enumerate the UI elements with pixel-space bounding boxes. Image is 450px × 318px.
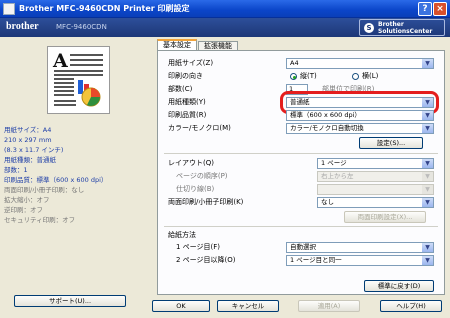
border-label: 仕切り線(B): [176, 185, 215, 193]
first-page-value: 自動選択: [290, 243, 316, 251]
cancel-button[interactable]: キャンセル: [217, 300, 279, 312]
summary-paper-in: (8.3 x 11.7 インチ): [4, 146, 64, 154]
orientation-portrait-label: 縦(T): [300, 72, 317, 80]
divider: [164, 153, 438, 154]
orientation-landscape-radio[interactable]: [352, 73, 359, 80]
brother-logo: brother: [6, 21, 39, 32]
orientation-label: 印刷の向き: [168, 72, 203, 80]
layout-label: レイアウト(Q): [168, 159, 214, 167]
orientation-landscape-label: 横(L): [362, 72, 379, 80]
duplex-value: なし: [321, 198, 334, 206]
page-order-value: 右上から左: [321, 172, 354, 180]
media-type-label: 用紙種類(Y): [168, 98, 206, 106]
close-button[interactable]: ×: [433, 2, 447, 16]
first-page-label: 1 ページ目(F): [176, 243, 221, 251]
layout-dropdown[interactable]: 1 ページ ▼: [317, 158, 434, 169]
layout-value: 1 ページ: [321, 159, 347, 167]
document-preview-icon: A: [52, 50, 103, 107]
summary-paper-mm: 210 x 297 mm: [4, 136, 52, 144]
chevron-down-icon: ▼: [422, 185, 433, 194]
copies-label: 部数(C): [168, 85, 193, 93]
other-pages-source-dropdown[interactable]: 1 ページ目と同一 ▼: [286, 255, 434, 266]
ok-button[interactable]: OK: [152, 300, 210, 312]
window-title: Brother MFC-9460CDN Printer 印刷設定: [19, 4, 190, 13]
duplex-settings-button[interactable]: 両面印刷設定(X)...: [344, 211, 426, 223]
settings-summary: 用紙サイズ：A4 210 x 297 mm (8.3 x 11.7 インチ) 用…: [4, 125, 144, 225]
chevron-down-icon: ▼: [422, 172, 433, 181]
summary-media-type: 用紙種類：普通紙: [4, 156, 56, 164]
page-order-label: ページの順序(P): [176, 172, 228, 180]
settings-button[interactable]: 設定(S)...: [359, 137, 423, 149]
other-pages-value: 1 ページ目と同一: [290, 256, 342, 264]
solutions-center-icon: S: [364, 23, 374, 33]
page-preview: A: [47, 46, 110, 114]
solutions-line-1: Brother: [378, 21, 404, 28]
apply-button[interactable]: 適用(A): [298, 300, 360, 312]
solutions-center-link[interactable]: S Brother SolutionsCenter: [359, 19, 445, 36]
orientation-portrait-radio[interactable]: [290, 73, 297, 80]
svg-text:A: A: [52, 50, 68, 72]
resolution-label: 印刷品質(R): [168, 111, 207, 119]
divider: [164, 226, 438, 227]
duplex-dropdown[interactable]: なし ▼: [317, 197, 434, 208]
paper-source-heading: 給紙方法: [168, 231, 196, 239]
chevron-down-icon: ▼: [422, 256, 433, 265]
model-name: MFC-9460CDN: [56, 23, 107, 31]
chevron-down-icon: ▼: [422, 124, 433, 133]
support-button[interactable]: サポート(U)...: [14, 295, 126, 307]
color-mode-dropdown[interactable]: カラー/モノクロ自動切換 ▼: [286, 123, 434, 134]
brand-header: brother MFC-9460CDN S Brother SolutionsC…: [0, 18, 450, 37]
color-mode-label: カラー/モノクロ(M): [168, 124, 231, 132]
restore-defaults-button[interactable]: 標準に戻す(D): [364, 280, 434, 292]
summary-copies: 部数：1: [4, 166, 28, 174]
other-pages-label: 2 ページ目以降(O): [176, 256, 236, 264]
summary-reverse: 逆印刷：オフ: [4, 206, 43, 214]
chevron-down-icon: ▼: [422, 198, 433, 207]
border-dropdown[interactable]: ▼: [317, 184, 434, 195]
printer-app-icon: [3, 3, 15, 15]
help-button[interactable]: ヘルプ(H): [380, 300, 442, 312]
first-page-source-dropdown[interactable]: 自動選択 ▼: [286, 242, 434, 253]
duplex-label: 両面印刷/小冊子印刷(K): [168, 198, 244, 206]
chevron-down-icon: ▼: [422, 159, 433, 168]
summary-secure: セキュリティ印刷：オフ: [4, 216, 76, 224]
summary-quality: 印刷品質：標準（600 x 600 dpi）: [4, 176, 108, 184]
page-order-dropdown[interactable]: 右上から左 ▼: [317, 171, 434, 182]
chevron-down-icon: ▼: [422, 59, 433, 68]
chevron-down-icon: ▼: [422, 111, 433, 120]
summary-paper-size: 用紙サイズ：A4: [4, 126, 52, 134]
paper-size-label: 用紙サイズ(Z): [168, 59, 214, 67]
resolution-value: 標準（600 x 600 dpi）: [290, 111, 361, 119]
title-bar[interactable]: Brother MFC-9460CDN Printer 印刷設定 ? ×: [0, 0, 450, 18]
chevron-down-icon: ▼: [422, 243, 433, 252]
summary-scaling: 拡大縮小：オフ: [4, 196, 50, 204]
paper-size-value: A4: [290, 59, 299, 67]
paper-size-dropdown[interactable]: A4 ▼: [286, 58, 434, 69]
summary-duplex: 両面印刷/小冊子印刷：なし: [4, 186, 85, 194]
resolution-dropdown[interactable]: 標準（600 x 600 dpi） ▼: [286, 110, 434, 121]
color-mode-value: カラー/モノクロ自動切換: [290, 124, 364, 132]
help-caption-button[interactable]: ?: [418, 2, 432, 16]
solutions-line-2: SolutionsCenter: [378, 28, 433, 35]
